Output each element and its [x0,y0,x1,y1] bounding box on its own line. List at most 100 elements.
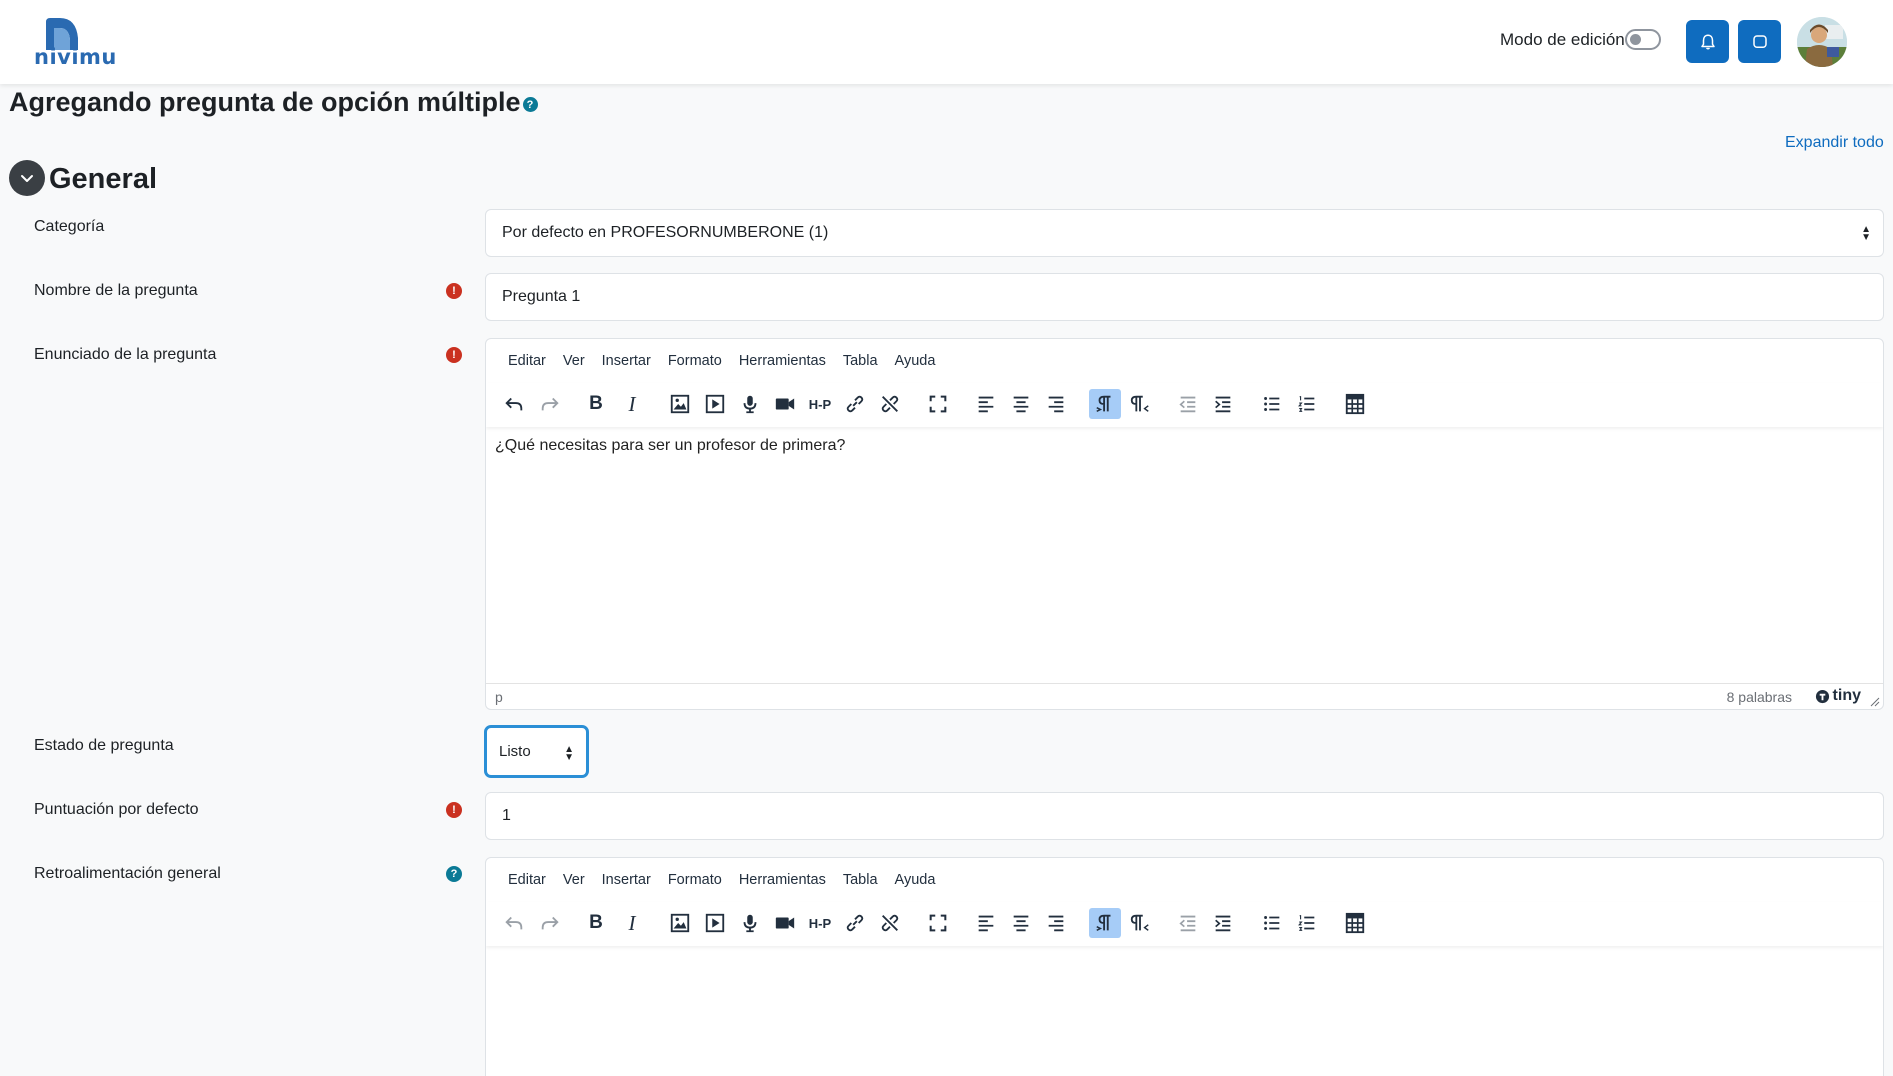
image-button[interactable] [664,908,696,938]
element-path[interactable]: p [495,689,503,705]
rtl-icon [1130,395,1149,412]
menu-formato[interactable]: Formato [668,353,722,369]
outdent-button[interactable] [1172,389,1204,419]
record-audio-button[interactable] [734,389,766,419]
rtl-button[interactable] [1124,908,1156,938]
link-button[interactable] [839,389,871,419]
bold-icon: B [589,393,603,414]
menu-editar[interactable]: Editar [508,872,546,888]
notifications-button[interactable] [1686,20,1729,63]
fullscreen-button[interactable] [922,389,954,419]
menu-ver[interactable]: Ver [563,353,585,369]
indent-icon [1215,396,1231,413]
calculator-icon [1345,912,1365,934]
undo-icon [505,397,523,411]
menu-insertar[interactable]: Insertar [602,353,651,369]
rtl-button[interactable] [1124,389,1156,419]
menu-herramientas[interactable]: Herramientas [739,872,826,888]
rtl-icon [1130,914,1149,931]
h5p-icon: H-P [808,396,832,412]
indent-button[interactable] [1207,908,1239,938]
menu-formato[interactable]: Formato [668,872,722,888]
question-name-input[interactable]: Pregunta 1 [485,273,1884,321]
tiny-branding[interactable]: tiny [1815,687,1861,705]
redo-button[interactable] [534,389,566,419]
menu-tabla[interactable]: Tabla [843,872,878,888]
redo-button[interactable] [534,908,566,938]
default-score-input[interactable]: 1 [485,792,1884,840]
numbered-list-button[interactable] [1291,389,1323,419]
bold-button[interactable]: B [580,389,612,419]
media-button[interactable] [699,389,731,419]
menu-editar[interactable]: Editar [508,353,546,369]
link-icon [846,914,864,932]
editor-content[interactable]: ¿Qué necesitas para ser un profesor de p… [486,427,1883,465]
expand-all-link[interactable]: Expandir todo [1785,134,1884,152]
question-status-select[interactable]: Listo ▲ ▼ [484,725,589,778]
undo-icon [505,916,523,930]
avatar-image [1797,17,1847,67]
unlink-icon [881,914,899,932]
italic-button[interactable]: I [616,908,648,938]
align-left-icon [978,915,994,932]
equation-editor-button[interactable] [1339,908,1371,938]
numbered-list-button[interactable] [1291,908,1323,938]
record-audio-button[interactable] [734,908,766,938]
user-avatar[interactable] [1797,17,1847,67]
section-collapse-button[interactable] [9,160,45,196]
media-button[interactable] [699,908,731,938]
menu-ver[interactable]: Ver [563,872,585,888]
help-icon[interactable]: ? [446,866,462,882]
undo-button[interactable] [498,908,530,938]
edit-mode-toggle[interactable] [1625,29,1661,50]
menu-herramientas[interactable]: Herramientas [739,353,826,369]
ltr-button[interactable] [1089,908,1121,938]
equation-editor-button[interactable] [1339,389,1371,419]
question-statement-editor[interactable]: Editar Ver Insertar Formato Herramientas… [485,338,1884,710]
image-button[interactable] [664,389,696,419]
word-count[interactable]: 8 palabras [1727,689,1792,705]
record-video-button[interactable] [769,908,801,938]
italic-button[interactable]: I [616,389,648,419]
menu-insertar[interactable]: Insertar [602,872,651,888]
indent-button[interactable] [1207,389,1239,419]
align-center-button[interactable] [1005,389,1037,419]
outdent-button[interactable] [1172,908,1204,938]
resize-grip-icon[interactable] [1870,697,1880,707]
fullscreen-button[interactable] [922,908,954,938]
microphone-icon [743,395,757,414]
menu-ayuda[interactable]: Ayuda [895,353,936,369]
h5p-button[interactable]: H-P [804,908,836,938]
align-left-button[interactable] [970,908,1002,938]
category-select[interactable]: Por defecto en PROFESORNUMBERONE (1) ▲ ▼ [485,209,1884,257]
menu-tabla[interactable]: Tabla [843,353,878,369]
menu-ayuda[interactable]: Ayuda [895,872,936,888]
question-status-label: Estado de pregunta [34,737,174,754]
bullet-list-button[interactable] [1256,389,1288,419]
editor-content[interactable] [486,946,1883,966]
undo-button[interactable] [498,389,530,419]
messages-button[interactable] [1738,20,1781,63]
unlink-button[interactable] [874,389,906,419]
align-left-button[interactable] [970,389,1002,419]
align-center-icon [1013,396,1029,413]
record-video-button[interactable] [769,389,801,419]
h5p-button[interactable]: H-P [804,389,836,419]
help-icon[interactable]: ? [522,97,538,112]
align-right-button[interactable] [1040,908,1072,938]
align-right-button[interactable] [1040,389,1072,419]
ltr-button[interactable] [1089,389,1121,419]
bold-button[interactable]: B [580,908,612,938]
numbered-list-icon [1298,915,1315,931]
media-icon [705,394,725,414]
align-center-button[interactable] [1005,908,1037,938]
bullet-list-button[interactable] [1256,908,1288,938]
edit-mode-label: Modo de edición [1500,30,1625,49]
default-score-value: 1 [502,807,511,824]
general-feedback-editor[interactable]: Editar Ver Insertar Formato Herramientas… [485,857,1884,1076]
editor-menubar: Editar Ver Insertar Formato Herramientas… [486,858,1883,902]
link-button[interactable] [839,908,871,938]
unlink-button[interactable] [874,908,906,938]
logo-wordmark: nivimu [34,45,117,69]
italic-icon: I [628,910,636,935]
